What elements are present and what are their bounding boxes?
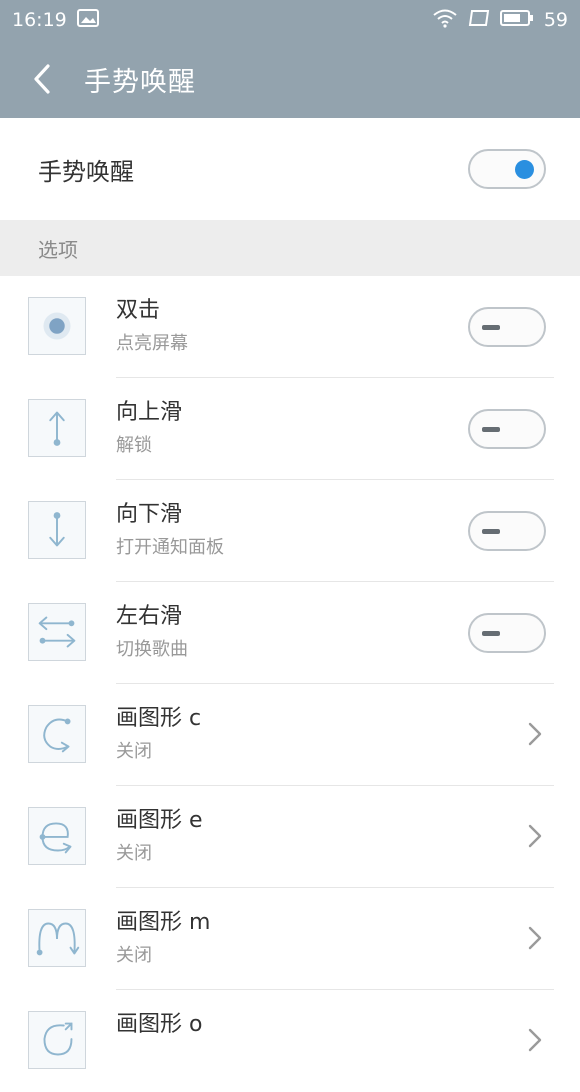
gesture-e-icon bbox=[28, 807, 86, 865]
option-gesture-e[interactable]: 画图形 e 关闭 bbox=[0, 786, 580, 888]
wifi-icon bbox=[432, 8, 458, 33]
option-subtitle: 关闭 bbox=[116, 741, 152, 762]
section-title: 选项 bbox=[38, 237, 78, 262]
chevron-right-icon bbox=[528, 926, 542, 950]
option-subtitle: 点亮屏幕 bbox=[116, 333, 188, 354]
option-subtitle: 切换歌曲 bbox=[116, 639, 188, 660]
option-double-tap[interactable]: 双击 点亮屏幕 bbox=[0, 276, 580, 378]
option-swipe-up[interactable]: 向上滑 解锁 bbox=[0, 378, 580, 480]
switch-knob bbox=[482, 631, 500, 636]
option-title: 向下滑 bbox=[116, 502, 183, 527]
option-gesture-m[interactable]: 画图形 m 关闭 bbox=[0, 888, 580, 990]
switch-knob bbox=[515, 160, 534, 179]
image-icon bbox=[76, 8, 99, 32]
option-subtitle: 解锁 bbox=[116, 435, 152, 456]
swipe-down-icon bbox=[28, 501, 86, 559]
section-header: 选项 bbox=[0, 220, 580, 276]
tablet-icon bbox=[468, 9, 490, 32]
option-title: 画图形 m bbox=[116, 910, 211, 935]
swipe-up-switch[interactable] bbox=[468, 409, 546, 449]
switch-knob bbox=[482, 427, 500, 432]
double-tap-icon bbox=[28, 297, 86, 355]
status-bar: 16:19 59 bbox=[0, 0, 580, 40]
option-title: 向上滑 bbox=[116, 400, 183, 425]
switch-knob bbox=[482, 325, 500, 330]
page-title: 手势唤醒 bbox=[84, 66, 196, 98]
option-subtitle: 关闭 bbox=[116, 843, 152, 864]
title-bar: 手势唤醒 bbox=[0, 40, 580, 118]
swipe-down-switch[interactable] bbox=[468, 511, 546, 551]
back-button[interactable] bbox=[0, 40, 84, 118]
option-subtitle: 打开通知面板 bbox=[116, 537, 224, 558]
option-title: 画图形 c bbox=[116, 706, 202, 731]
gesture-m-icon bbox=[28, 909, 86, 967]
double-tap-switch[interactable] bbox=[468, 307, 546, 347]
battery-icon bbox=[499, 9, 534, 32]
gesture-o-icon bbox=[28, 1011, 86, 1069]
option-subtitle: 关闭 bbox=[116, 945, 152, 966]
option-swipe-left-right[interactable]: 左右滑 切换歌曲 bbox=[0, 582, 580, 684]
option-title: 画图形 e bbox=[116, 808, 203, 833]
chevron-right-icon bbox=[528, 722, 542, 746]
options-list: 双击 点亮屏幕 向上滑 解锁 向下滑 打开通知面板 左右滑 切换歌曲 画图形 c… bbox=[0, 276, 580, 1092]
option-title: 左右滑 bbox=[116, 604, 183, 629]
clock: 16:19 bbox=[12, 9, 67, 31]
option-swipe-down[interactable]: 向下滑 打开通知面板 bbox=[0, 480, 580, 582]
battery-level: 59 bbox=[543, 9, 568, 31]
option-title: 画图形 o bbox=[116, 1012, 203, 1037]
option-gesture-o[interactable]: 画图形 o bbox=[0, 990, 580, 1092]
swipe-up-icon bbox=[28, 399, 86, 457]
gesture-c-icon bbox=[28, 705, 86, 763]
switch-knob bbox=[482, 529, 500, 534]
gesture-wakeup-row[interactable]: 手势唤醒 bbox=[0, 118, 580, 220]
chevron-left-icon bbox=[34, 64, 50, 94]
chevron-right-icon bbox=[528, 1028, 542, 1052]
option-title: 双击 bbox=[116, 298, 161, 323]
gesture-wakeup-switch[interactable] bbox=[468, 149, 546, 189]
gesture-wakeup-label: 手势唤醒 bbox=[38, 157, 134, 186]
swipe-left-right-switch[interactable] bbox=[468, 613, 546, 653]
option-gesture-c[interactable]: 画图形 c 关闭 bbox=[0, 684, 580, 786]
chevron-right-icon bbox=[528, 824, 542, 848]
swipe-left-right-icon bbox=[28, 603, 86, 661]
